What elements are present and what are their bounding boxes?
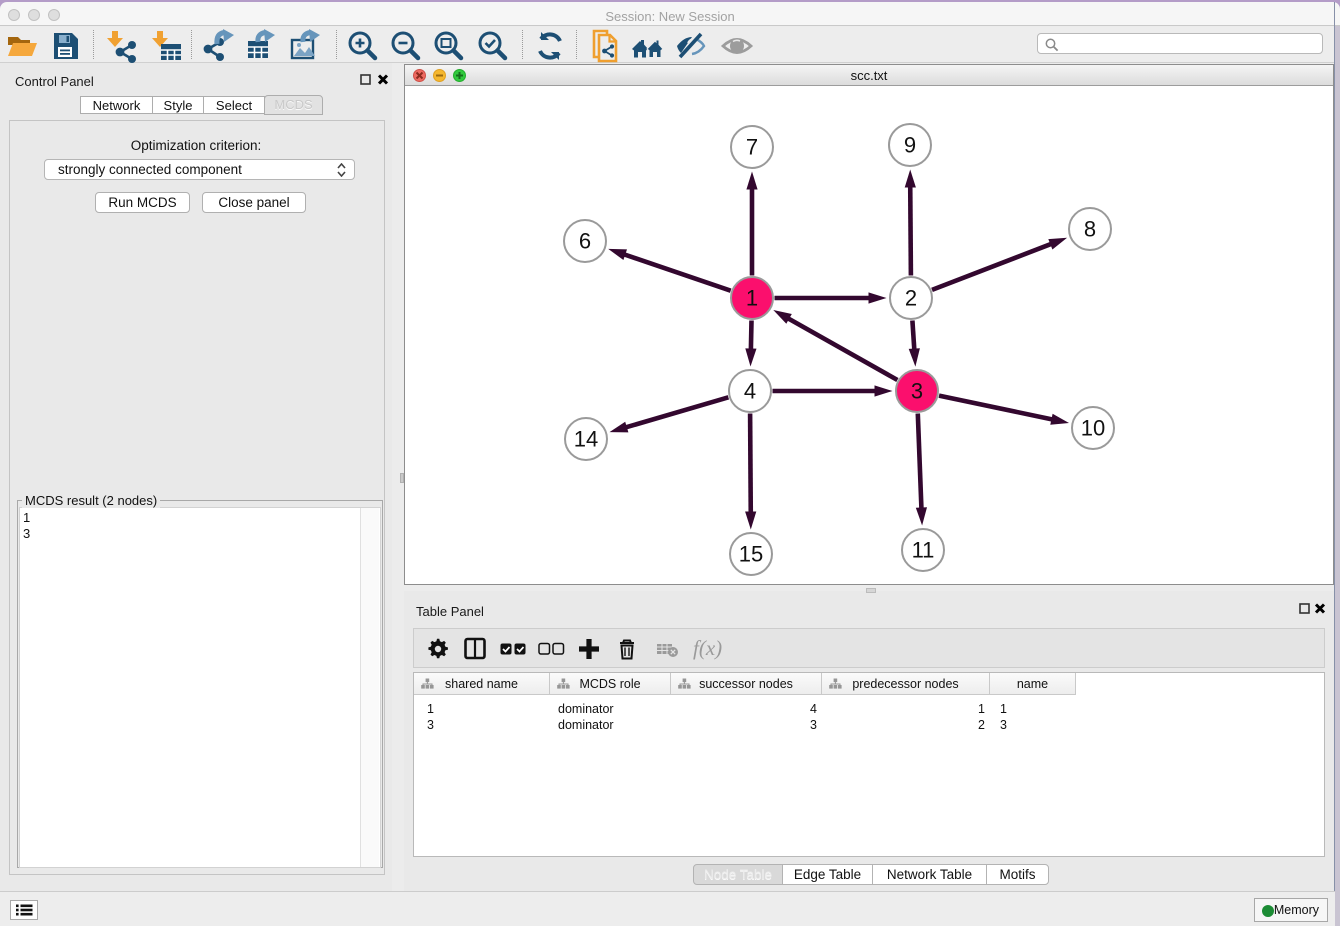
svg-text:f(x): f(x) [693, 636, 722, 660]
svg-text:8: 8 [1084, 217, 1096, 242]
svg-text:1: 1 [746, 286, 758, 311]
svg-text:4: 4 [744, 379, 756, 404]
svg-text:7: 7 [746, 135, 758, 160]
svg-text:15: 15 [739, 542, 763, 567]
svg-text:3: 3 [911, 379, 923, 404]
svg-text:11: 11 [912, 538, 935, 563]
svg-text:6: 6 [579, 229, 591, 254]
svg-text:2: 2 [905, 286, 917, 311]
svg-text:9: 9 [904, 133, 916, 158]
svg-text:10: 10 [1081, 416, 1105, 441]
svg-text:14: 14 [574, 427, 598, 452]
